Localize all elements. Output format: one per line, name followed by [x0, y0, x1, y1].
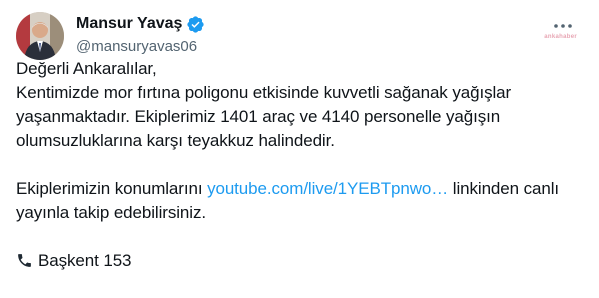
tweet-line: yayınla takip edebilirsiniz. [16, 203, 206, 222]
avatar-image [16, 12, 64, 60]
tweet-body: Değerli Ankaralılar, Kentimizde mor fırt… [16, 57, 586, 273]
author-handle[interactable]: @mansuryavas06 [76, 37, 476, 57]
tweet-line: Kentimizde mor fırtına poligonu etkisind… [16, 83, 512, 102]
display-name-row: Mansur Yavaş [76, 13, 476, 35]
author-display-name[interactable]: Mansur Yavaş [76, 15, 182, 33]
link-prefix-text: Ekiplerimizin konumlarını [16, 179, 208, 198]
tweet-line: olumsuzluklarına karşı teyakkuz halinded… [16, 131, 335, 150]
watermark: ankahaber [544, 34, 577, 40]
link-suffix-text: linkinden canlı [448, 179, 560, 198]
tweet-line: Değerli Ankaralılar, [16, 59, 157, 78]
youtube-link[interactable]: youtube.com/live/1YEBTpnwo… [207, 179, 448, 198]
tweet-line-with-link: Ekiplerimizin konumlarını youtube.com/li… [16, 177, 586, 201]
telephone-receiver-icon [16, 252, 33, 269]
more-options-icon[interactable] [549, 16, 577, 36]
profile-avatar-icon[interactable] [16, 12, 64, 60]
tweet-line: yaşanmaktadır. Ekiplerimiz 1401 araç ve … [16, 107, 501, 126]
tweet-line-phone: Başkent 153 [16, 249, 586, 273]
author-names: Mansur Yavaş @mansuryavas06 [76, 13, 476, 57]
verified-badge-icon[interactable] [186, 15, 205, 34]
tweet-card: Mansur Yavaş @mansuryavas06 ankahaber De… [0, 0, 599, 298]
hotline-text: Başkent 153 [38, 251, 132, 270]
tweet-header: Mansur Yavaş @mansuryavas06 [16, 12, 583, 60]
